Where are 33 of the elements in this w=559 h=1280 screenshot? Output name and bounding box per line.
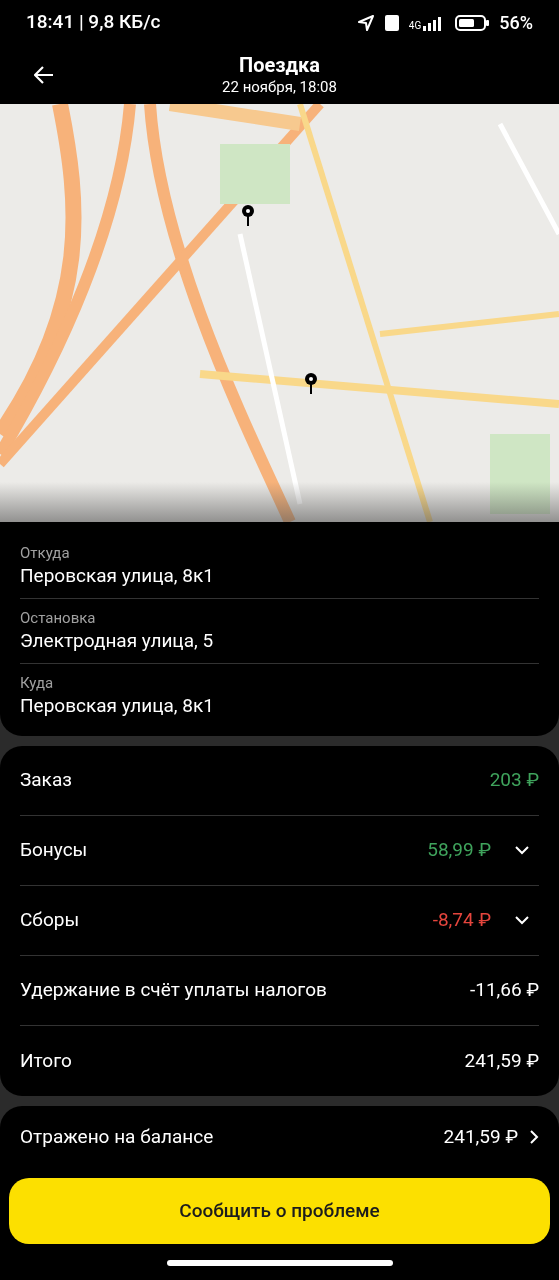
route-address: Перовская улица, 8к1 (20, 563, 215, 589)
payment-label: Итого (20, 1047, 72, 1074)
balance-label: Отражено на балансе (20, 1123, 214, 1150)
payment-label: Бонусы (20, 837, 88, 864)
payment-amount: -8,74 ₽ (432, 907, 491, 934)
expand-chevron-icon[interactable] (515, 916, 529, 925)
expand-chevron-icon[interactable] (515, 846, 529, 855)
payment-amount: -11,66 ₽ (469, 977, 539, 1004)
payment-amount: 241,59 ₽ (464, 1047, 539, 1074)
status-time: 18:41 | 9,8 КБ/с (26, 9, 161, 36)
payment-amount: 58,99 ₽ (427, 837, 491, 864)
payment-label: Сборы (20, 907, 80, 934)
network-type: 4G (408, 21, 422, 31)
balance-row[interactable]: Отражено на балансе 241,59 ₽ (0, 1106, 559, 1168)
route-label: Откуда (20, 543, 71, 563)
location-icon (356, 13, 375, 32)
screen-title: Поездка (239, 52, 320, 77)
map-pin-icon (304, 372, 318, 394)
payment-amount: 203 ₽ (489, 767, 539, 794)
route-label: Куда (20, 673, 55, 693)
map-pin-icon (241, 204, 255, 226)
battery-percent: 56% (499, 11, 533, 35)
balance-amount: 241,59 ₽ (443, 1123, 518, 1150)
payment-label: Заказ (20, 767, 72, 794)
route-address: Электродная улица, 5 (20, 628, 215, 654)
route-label: Остановка (20, 608, 97, 628)
back-arrow-icon (34, 66, 54, 84)
trip-date: 22 ноября, 18:08 (222, 76, 337, 97)
report-problem-button[interactable]: Сообщить о проблеме (9, 1178, 550, 1244)
payment-label: Удержание в счёт уплаты налогов (20, 977, 327, 1004)
battery-icon (455, 14, 490, 31)
route-address: Перовская улица, 8к1 (20, 693, 215, 719)
chevron-right-icon (530, 1130, 539, 1144)
